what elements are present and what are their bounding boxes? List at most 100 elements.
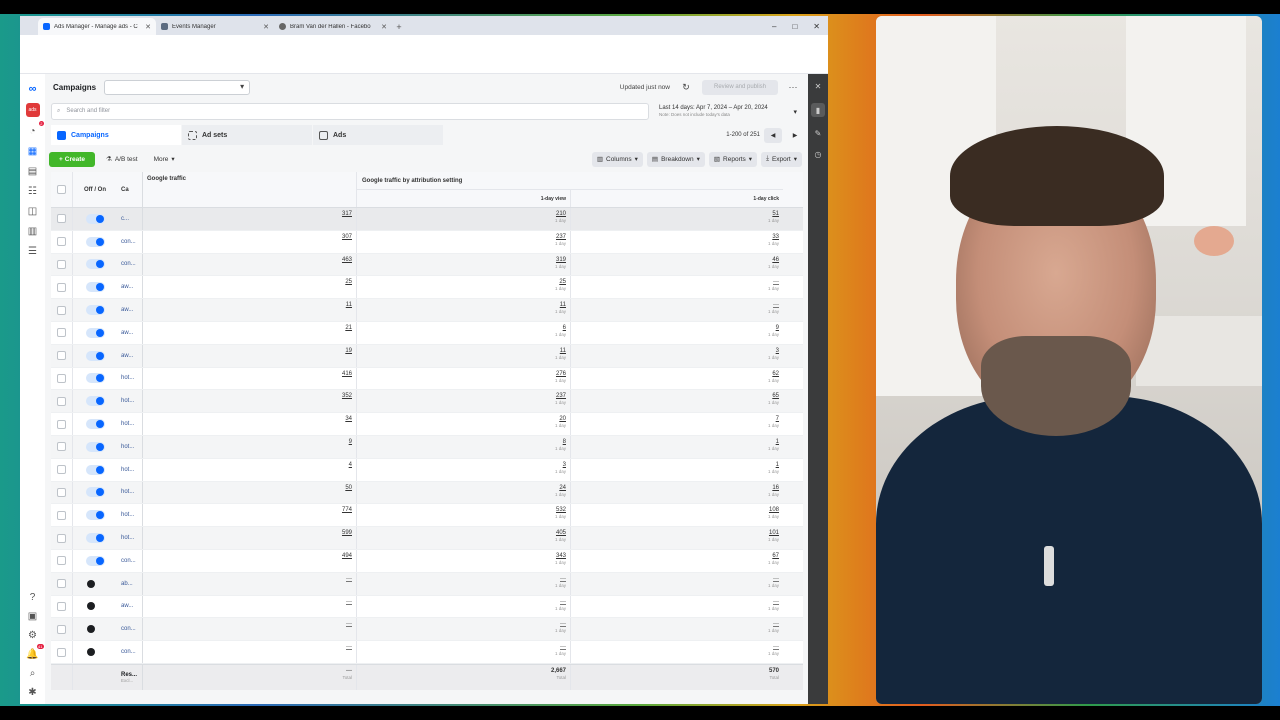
- bug-report-icon[interactable]: ✱: [27, 686, 39, 698]
- table-row[interactable]: hot... 9 8 1 day 1 1 day: [51, 435, 803, 459]
- one-day-view-value[interactable]: 343: [556, 553, 566, 559]
- one-day-view-value[interactable]: 319: [556, 257, 566, 263]
- campaign-toggle[interactable]: [85, 327, 105, 338]
- previous-page-button[interactable]: ◀: [764, 127, 782, 143]
- google-traffic-value[interactable]: 774: [342, 507, 352, 513]
- campaign-name-link[interactable]: aw...: [121, 603, 133, 609]
- table-row[interactable]: con... — —1 day —1 day: [51, 618, 803, 642]
- close-icon[interactable]: ✕: [381, 23, 387, 31]
- one-day-view-value[interactable]: 20: [559, 416, 566, 422]
- table-row[interactable]: hot... 352 237 1 day 65 1 day: [51, 390, 803, 414]
- campaign-name-link[interactable]: con...: [121, 239, 136, 245]
- billing-icon[interactable]: ▥: [27, 225, 39, 237]
- campaigns-table-icon[interactable]: ▦: [27, 145, 39, 157]
- more-dropdown[interactable]: More ▾: [149, 152, 180, 167]
- one-day-click-value[interactable]: 1: [776, 439, 779, 445]
- edit-pencil-icon[interactable]: ✎: [815, 129, 822, 138]
- campaign-toggle[interactable]: [85, 419, 105, 430]
- campaign-name-link[interactable]: aw...: [121, 353, 133, 359]
- meta-logo-icon[interactable]: ∞: [27, 83, 39, 95]
- search-icon[interactable]: ⌕: [27, 667, 39, 679]
- google-traffic-value[interactable]: —: [346, 576, 352, 582]
- one-day-view-value[interactable]: 3: [563, 462, 566, 468]
- campaign-toggle[interactable]: [85, 555, 105, 566]
- table-row[interactable]: hot... 599 405 1 day 101 1 day: [51, 527, 803, 550]
- events-manager-icon[interactable]: ◫: [27, 205, 39, 217]
- campaign-name-header[interactable]: Ca: [117, 172, 143, 207]
- one-day-click-value[interactable]: 33: [772, 234, 779, 240]
- google-traffic-value[interactable]: 416: [342, 371, 352, 377]
- one-day-click-value[interactable]: —: [773, 599, 779, 605]
- export-dropdown[interactable]: ⤓ Export ▾: [761, 151, 802, 167]
- table-row[interactable]: aw... 11 11 1 day —1 day: [51, 299, 803, 322]
- campaign-name-link[interactable]: hot...: [121, 398, 134, 404]
- campaign-toggle[interactable]: [85, 282, 105, 293]
- table-row[interactable]: con... 307 237 1 day 33 1 day: [51, 230, 803, 254]
- one-day-view-value[interactable]: 237: [556, 234, 566, 240]
- campaign-name-link[interactable]: aw...: [121, 307, 133, 313]
- campaign-name-link[interactable]: hot...: [121, 421, 134, 427]
- close-panel-icon[interactable]: ✕: [815, 82, 822, 91]
- one-day-view-value[interactable]: 11: [560, 302, 566, 308]
- google-traffic-value[interactable]: 317: [342, 211, 352, 217]
- google-traffic-value[interactable]: —: [346, 644, 352, 650]
- row-checkbox[interactable]: [51, 367, 73, 390]
- google-traffic-value[interactable]: —: [346, 599, 352, 605]
- row-checkbox[interactable]: [51, 253, 73, 276]
- search-filter-input[interactable]: ⌕ Search and filter: [51, 102, 649, 120]
- row-checkbox[interactable]: [51, 230, 73, 253]
- table-row[interactable]: aw... — —1 day —1 day: [51, 595, 803, 619]
- google-traffic-value[interactable]: 19: [345, 348, 352, 354]
- history-icon[interactable]: ◷: [815, 150, 822, 159]
- one-day-view-value[interactable]: —: [560, 599, 566, 605]
- one-day-view-value[interactable]: 405: [556, 530, 566, 536]
- one-day-click-value[interactable]: 101: [769, 530, 779, 536]
- one-day-click-value[interactable]: 65: [772, 393, 779, 399]
- campaign-toggle[interactable]: [85, 236, 105, 247]
- campaign-toggle[interactable]: [85, 259, 105, 270]
- campaign-name-link[interactable]: con...: [121, 558, 136, 564]
- campaign-toggle[interactable]: [85, 396, 105, 407]
- one-day-click-header[interactable]: 1-day click: [571, 190, 783, 207]
- minimize-button[interactable]: –: [772, 22, 776, 31]
- google-traffic-value[interactable]: 25: [345, 279, 352, 285]
- account-avatar[interactable]: ads: [25, 103, 40, 117]
- campaign-toggle[interactable]: [85, 510, 105, 521]
- table-row[interactable]: aw... 25 25 1 day —1 day: [51, 276, 803, 300]
- catalog-icon[interactable]: ▤: [27, 165, 39, 177]
- campaign-name-link[interactable]: aw...: [121, 284, 133, 290]
- google-traffic-header[interactable]: Google traffic: [143, 172, 357, 207]
- tab-campaigns[interactable]: Campaigns: [51, 125, 181, 145]
- campaign-toggle[interactable]: [85, 487, 105, 498]
- next-page-button[interactable]: ▶: [786, 128, 804, 143]
- one-day-view-value[interactable]: 237: [556, 393, 566, 399]
- notifications-icon[interactable]: ◔ 2: [27, 121, 44, 137]
- one-day-click-value[interactable]: 1: [776, 462, 779, 468]
- table-row[interactable]: con... 494 343 1 day 67 1 day: [51, 549, 803, 573]
- campaign-toggle[interactable]: [86, 579, 105, 589]
- browser-tab-facebook[interactable]: Bram Van der Hallen - Facebo ✕: [274, 18, 392, 35]
- column-settings-icon[interactable]: [783, 172, 803, 207]
- one-day-view-value[interactable]: —: [560, 576, 566, 582]
- table-row[interactable]: c... 317 210 1 day 51 1 day: [51, 208, 803, 231]
- campaign-name-link[interactable]: hot...: [121, 535, 134, 541]
- one-day-click-value[interactable]: 16: [772, 485, 779, 491]
- campaign-toggle[interactable]: [85, 533, 105, 544]
- campaign-name-link[interactable]: aw...: [121, 330, 133, 336]
- google-traffic-value[interactable]: 34: [345, 416, 352, 422]
- row-checkbox[interactable]: [51, 413, 73, 435]
- google-traffic-value[interactable]: 599: [342, 530, 352, 536]
- campaign-name-link[interactable]: c...: [121, 216, 129, 222]
- campaign-name-link[interactable]: hot...: [121, 512, 134, 518]
- one-day-click-value[interactable]: —: [773, 576, 779, 582]
- ab-test-button[interactable]: ⚗ A/B test: [101, 152, 143, 167]
- alerts-bell-icon[interactable]: 🔔 41: [26, 644, 44, 660]
- campaign-name-link[interactable]: hot...: [121, 444, 134, 450]
- row-checkbox[interactable]: [51, 344, 73, 367]
- campaign-name-link[interactable]: hot...: [121, 467, 134, 473]
- google-traffic-value[interactable]: 4: [349, 462, 352, 468]
- select-all-checkbox[interactable]: [51, 172, 73, 207]
- row-checkbox[interactable]: [51, 504, 73, 527]
- one-day-view-value[interactable]: 24: [559, 485, 566, 491]
- one-day-click-value[interactable]: 62: [772, 371, 779, 377]
